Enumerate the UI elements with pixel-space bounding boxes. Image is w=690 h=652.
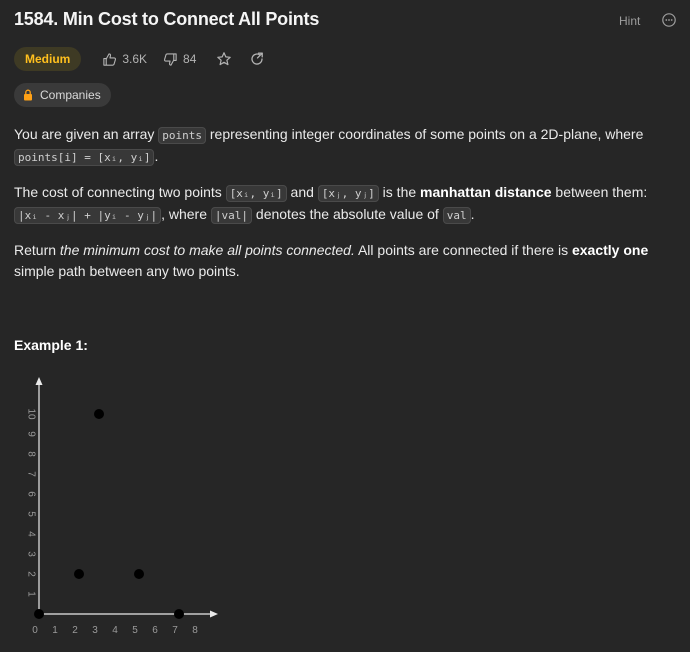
y-tick-label: 9 xyxy=(26,431,37,437)
lock-icon xyxy=(24,89,32,101)
x-tick-label: 0 xyxy=(32,625,38,636)
x-tick-label: 3 xyxy=(92,625,98,636)
example-title: Example 1: xyxy=(14,337,88,353)
meta-row: Medium 3.6K 84 xyxy=(14,46,265,72)
y-tick-label: 4 xyxy=(26,531,37,537)
problem-title: 1584. Min Cost to Connect All Points xyxy=(14,9,320,29)
description-paragraph-1: You are given an array points representi… xyxy=(14,126,644,166)
x-tick-label: 8 xyxy=(192,625,198,636)
x-tick-label: 1 xyxy=(52,625,58,636)
data-point xyxy=(34,609,44,619)
y-tick-label: 3 xyxy=(26,551,37,557)
more-options-icon[interactable] xyxy=(662,13,676,27)
dislike-button[interactable]: 84 xyxy=(163,52,196,67)
code-points-i: points[i] = [xᵢ, yᵢ] xyxy=(14,149,155,166)
y-tick-label: 2 xyxy=(26,571,37,577)
problem-page: 1584. Min Cost to Connect All Points Hin… xyxy=(0,0,690,652)
return-emphasis: the minimum cost to make all points conn… xyxy=(59,242,355,258)
manhattan-distance-text: manhattan distance xyxy=(420,184,552,200)
y-tick-label: 7 xyxy=(26,471,37,477)
x-tick-label: 4 xyxy=(112,625,118,636)
x-tick-label: 6 xyxy=(152,625,158,636)
y-tick-label: 8 xyxy=(26,451,37,457)
data-point xyxy=(94,409,104,419)
y-axis-arrow xyxy=(35,377,43,385)
thumbs-up-icon xyxy=(103,52,117,66)
code-point-i: [xᵢ, yᵢ] xyxy=(225,185,287,202)
star-icon[interactable] xyxy=(216,51,232,67)
code-distance-formula: |xᵢ - xⱼ| + |yᵢ - yⱼ| xyxy=(14,207,162,224)
like-button[interactable]: 3.6K xyxy=(102,52,147,67)
code-abs-val: |val| xyxy=(210,207,253,224)
companies-button[interactable]: Companies xyxy=(14,83,111,107)
description-paragraph-2: The cost of connecting two points [xᵢ, y… xyxy=(14,184,648,224)
y-tick-label: 10 xyxy=(26,408,37,420)
exactly-one-text: exactly one xyxy=(571,242,649,258)
like-count: 3.6K xyxy=(122,52,148,66)
data-point xyxy=(174,609,184,619)
example-scatter-chart: 0 1 2 3 4 5 6 7 8 1 2 3 4 5 6 7 8 9 10 xyxy=(26,377,218,636)
data-point xyxy=(74,569,84,579)
thumbs-down-icon xyxy=(163,52,177,66)
code-point-j: [xⱼ, yⱼ] xyxy=(317,185,379,202)
y-tick-label: 5 xyxy=(26,511,37,517)
x-tick-label: 7 xyxy=(172,625,178,636)
hint-button[interactable]: Hint xyxy=(619,14,640,28)
code-val: val xyxy=(442,207,471,224)
difficulty-badge: Medium xyxy=(14,47,82,71)
y-tick-label: 6 xyxy=(26,491,37,497)
companies-label: Companies xyxy=(40,88,101,102)
x-tick-label: 2 xyxy=(72,625,78,636)
x-tick-label: 5 xyxy=(132,625,138,636)
data-point xyxy=(134,569,144,579)
dislike-count: 84 xyxy=(183,52,197,66)
description-paragraph-3: Return the minimum cost to make all poin… xyxy=(14,242,649,279)
share-icon[interactable] xyxy=(249,51,265,67)
y-tick-label: 1 xyxy=(26,591,37,597)
x-axis-arrow xyxy=(210,610,218,618)
code-points: points xyxy=(158,127,206,144)
